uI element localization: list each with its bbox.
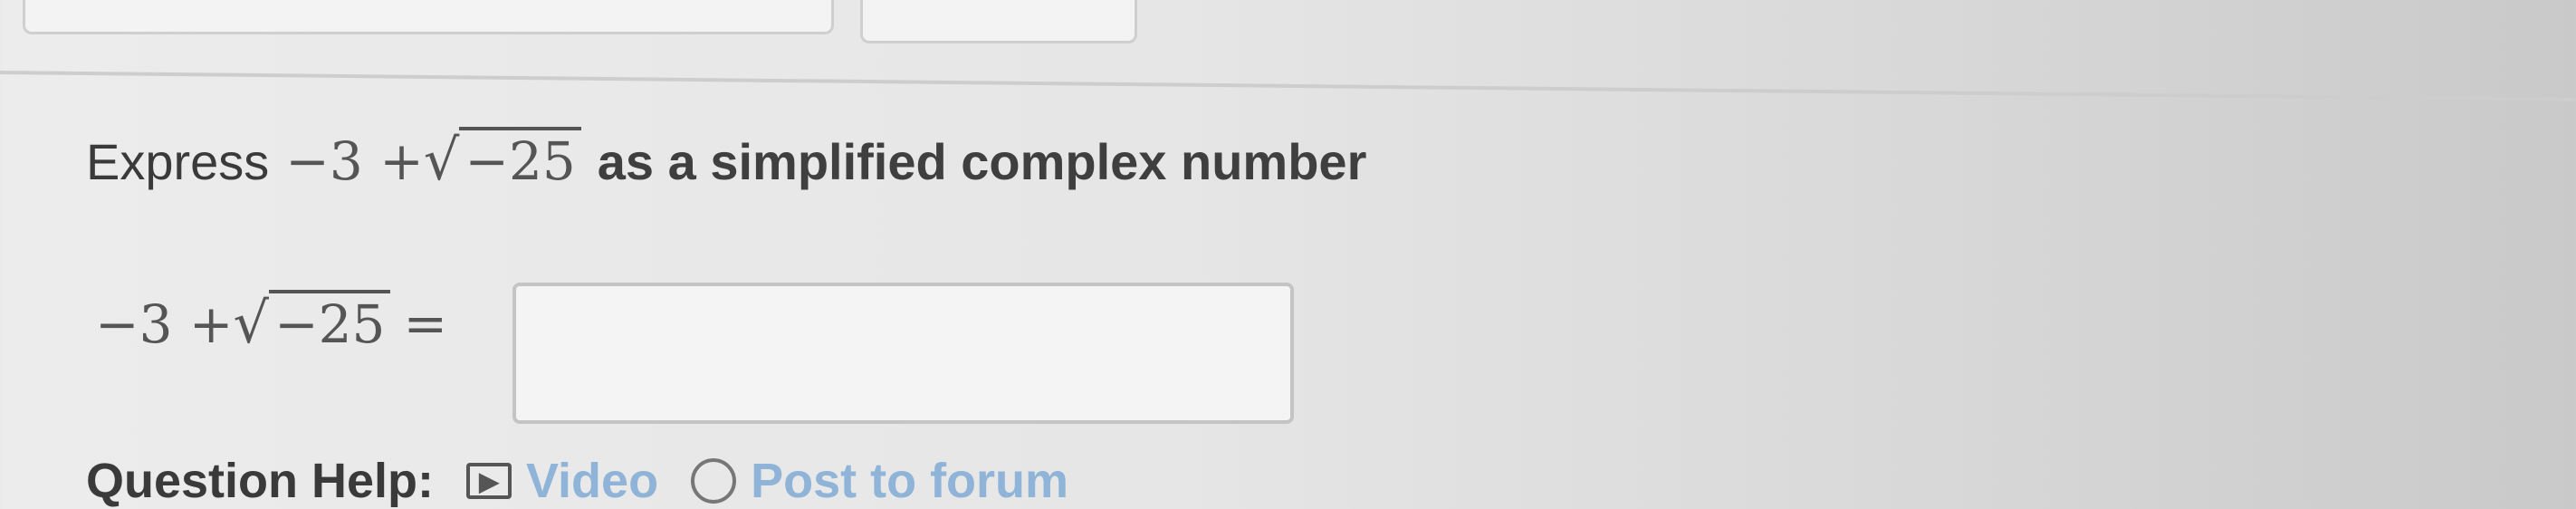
equals-sign: = [403, 292, 448, 354]
section-divider [0, 71, 2576, 101]
answer-expression: −3 + √ −25 [95, 290, 391, 356]
answer-input[interactable] [512, 283, 1294, 424]
radicand: −25 [459, 127, 581, 192]
top-panel-left [23, 0, 834, 34]
square-root: √ −25 [424, 127, 581, 193]
expression-lead: −3 + [285, 130, 424, 192]
top-bar [0, 0, 2576, 43]
prompt-prefix: Express [86, 133, 270, 190]
answer-expression-lead: −3 + [95, 293, 234, 355]
answer-radical-sign-icon: √ [233, 290, 270, 356]
prompt-suffix: as a simplified complex number [597, 133, 1367, 190]
answer-square-root: √ −25 [234, 290, 391, 356]
prompt-expression: −3 + √ −25 [285, 127, 581, 193]
video-icon: ▶ [466, 463, 512, 499]
forum-icon [691, 458, 737, 504]
question-prompt: Express −3 + √ −25 as a simplified compl… [86, 127, 1366, 193]
answer-row: −3 + √ −25 = [95, 290, 447, 356]
top-panel-right [860, 0, 1137, 43]
answer-radicand: −25 [269, 290, 391, 355]
radical-sign-icon: √ [423, 127, 460, 193]
